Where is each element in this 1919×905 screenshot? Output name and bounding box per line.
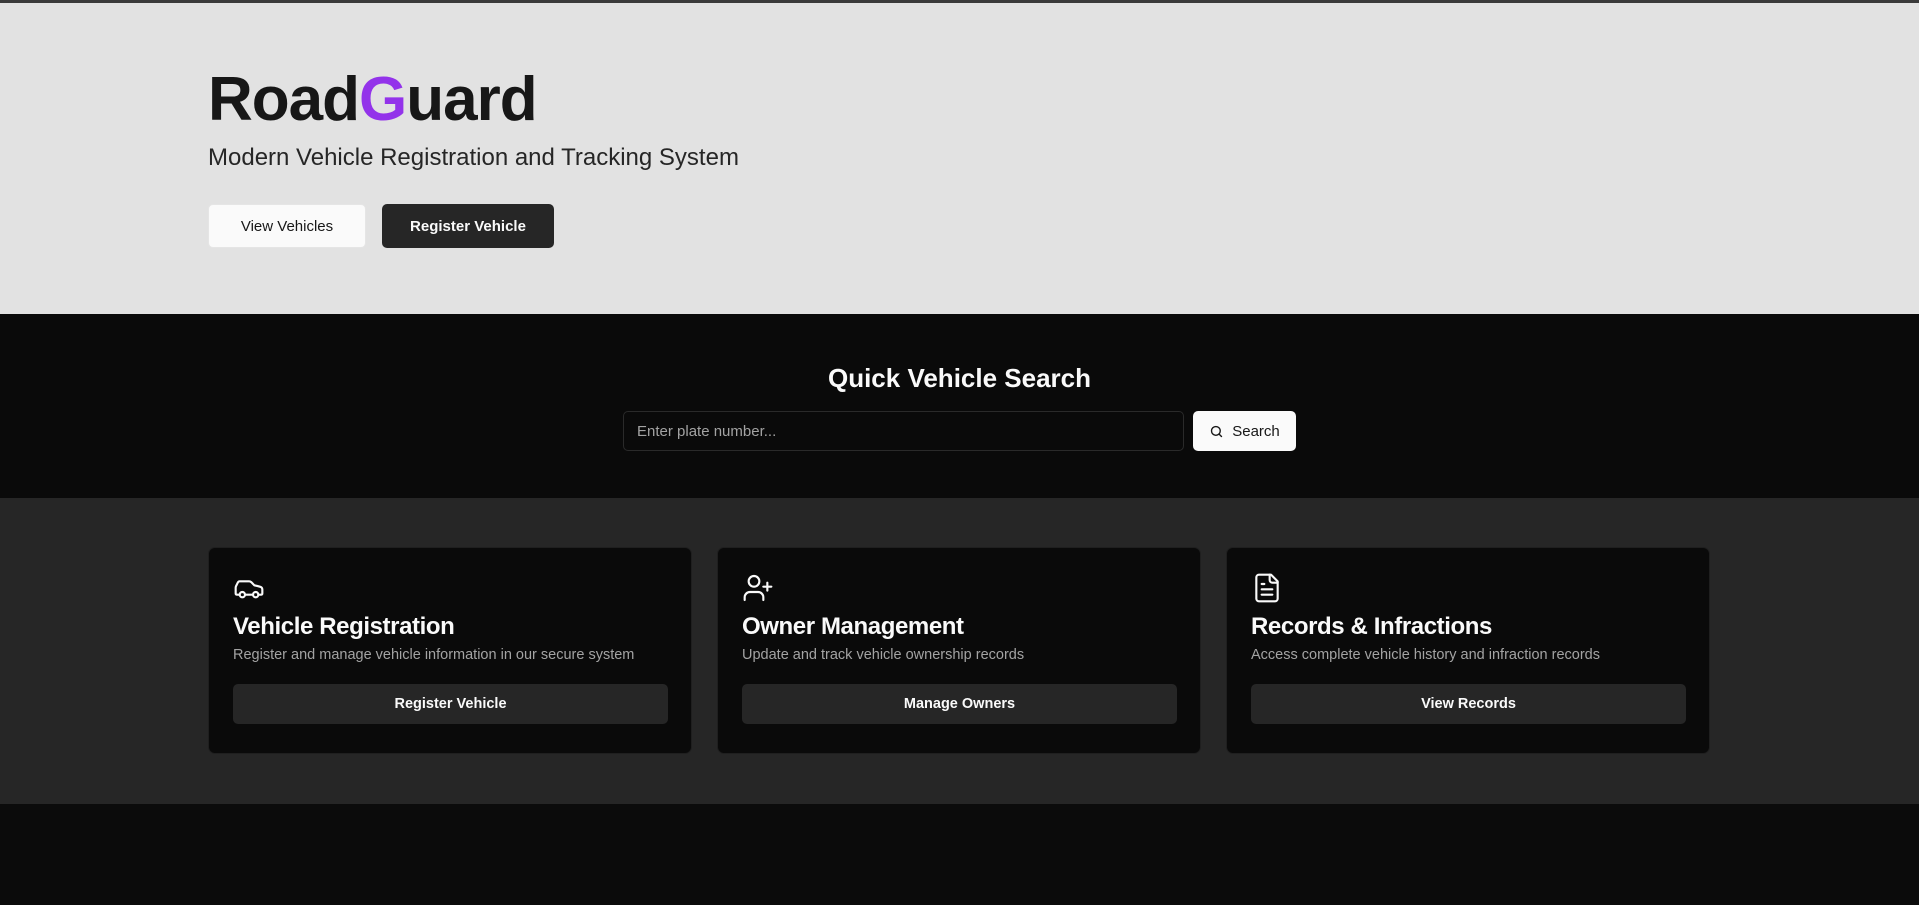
feature-description: Update and track vehicle ownership recor… (742, 647, 1025, 663)
user-plus-icon (743, 574, 773, 602)
footer (0, 804, 1919, 905)
feature-card-owner-management: Owner Management Update and track vehicl… (717, 547, 1201, 754)
manage-owners-button[interactable]: Manage Owners (742, 684, 1177, 724)
hero-actions: View Vehicles Register Vehicle (208, 204, 1919, 248)
search-row: Search (0, 411, 1919, 451)
quick-search-title: Quick Vehicle Search (827, 363, 1092, 393)
quick-search-section: Quick Vehicle Search Search (0, 314, 1919, 498)
feature-title: Owner Management (742, 613, 964, 640)
brand-title-end: uard (406, 65, 537, 134)
feature-card-vehicle-registration: Vehicle Registration Register and manage… (208, 547, 692, 754)
register-vehicle-button[interactable]: Register Vehicle (382, 204, 554, 248)
car-icon (234, 580, 264, 599)
feature-card-records-infractions: Records & Infractions Access complete ve… (1226, 547, 1710, 754)
brand-title-start: Road (208, 65, 360, 134)
feature-description: Register and manage vehicle information … (233, 647, 635, 663)
feature-description: Access complete vehicle history and infr… (1251, 647, 1600, 663)
feature-title: Vehicle Registration (233, 613, 455, 640)
brand-title-accent: G (359, 65, 407, 134)
register-vehicle-card-button[interactable]: Register Vehicle (233, 684, 668, 724)
file-text-icon (1255, 573, 1279, 603)
tagline: Modern Vehicle Registration and Tracking… (208, 144, 739, 171)
features-section: Vehicle Registration Register and manage… (0, 498, 1919, 804)
view-vehicles-button[interactable]: View Vehicles (208, 204, 366, 248)
search-button[interactable]: Search (1193, 411, 1296, 451)
plate-search-input[interactable] (623, 411, 1184, 451)
hero-section: RoadGuard Modern Vehicle Registration an… (0, 3, 1919, 314)
feature-title: Records & Infractions (1251, 613, 1492, 640)
search-button-label: Search (1232, 422, 1280, 440)
view-records-button[interactable]: View Records (1251, 684, 1686, 724)
brand-title: RoadGuard (208, 65, 1919, 135)
search-icon (1211, 425, 1223, 437)
